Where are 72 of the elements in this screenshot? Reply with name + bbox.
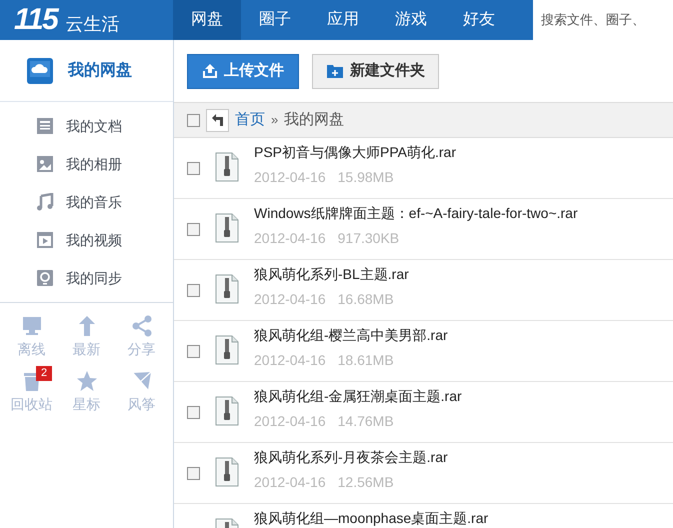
- file-size: 14.76MB: [338, 412, 394, 431]
- file-size: 12.56MB: [338, 473, 394, 492]
- film-icon: [36, 231, 54, 249]
- folder-plus-icon: [326, 63, 344, 79]
- logo-text: 云生活: [65, 15, 120, 33]
- nav-tab[interactable]: 应用: [309, 0, 377, 40]
- file-date: 2012-04-16: [254, 351, 326, 370]
- file-date: 2012-04-16: [254, 473, 326, 492]
- checkbox[interactable]: [187, 406, 200, 419]
- checkbox[interactable]: [187, 162, 200, 175]
- checkbox[interactable]: [187, 284, 200, 297]
- new-folder-button[interactable]: 新建文件夹: [312, 54, 439, 88]
- checkbox[interactable]: [187, 223, 200, 236]
- upload-button[interactable]: 上传文件: [187, 54, 299, 88]
- search-field[interactable]: 搜索文件、圈子、: [533, 0, 673, 40]
- sidebar-item[interactable]: 我的音乐: [0, 183, 173, 221]
- zip-file-icon: [215, 396, 239, 426]
- logo-mark: 115: [14, 5, 58, 35]
- file-row[interactable]: 狼风萌化组-樱兰高中美男部.rar 2012-04-16 18.61MB: [174, 321, 673, 382]
- nav-tab[interactable]: 游戏: [377, 0, 445, 40]
- file-row[interactable]: 狼风萌化系列-月夜茶会主题.rar 2012-04-16 12.56MB: [174, 443, 673, 504]
- nav-tab[interactable]: 好友: [445, 0, 513, 40]
- file-name[interactable]: PSP初音与偶像大师PPA萌化.rar: [254, 144, 456, 160]
- file-row[interactable]: Windows纸牌牌面主题：ef-~A-fairy-tale-for-two~.rar 2012-04-16 917.30KB: [174, 199, 673, 260]
- star-icon: [76, 370, 98, 392]
- file-date: 2012-04-16: [254, 229, 326, 248]
- document-icon: [36, 117, 54, 135]
- file-row[interactable]: 狼风萌化组-金属狂潮桌面主题.rar 2012-04-16 14.76MB: [174, 382, 673, 443]
- music-note-icon: [36, 193, 54, 211]
- back-button[interactable]: [206, 108, 229, 132]
- nav-tab[interactable]: 网盘: [173, 0, 241, 40]
- upload-icon: [202, 63, 218, 79]
- zip-file-icon: [215, 335, 239, 365]
- sidebar-title[interactable]: 我的网盘: [68, 58, 132, 82]
- sync-icon: [36, 269, 54, 287]
- share-icon: [130, 315, 152, 337]
- zip-file-icon: [215, 213, 239, 243]
- zip-file-icon: [215, 457, 239, 487]
- sidebar-item[interactable]: 我的视频: [0, 221, 173, 259]
- file-name[interactable]: 狼风萌化组-金属狂潮桌面主题.rar: [254, 388, 462, 404]
- checkbox[interactable]: [187, 467, 200, 480]
- kite-icon: [130, 370, 152, 392]
- file-date: 2012-04-16: [254, 290, 326, 309]
- file-row[interactable]: PSP初音与偶像大师PPA萌化.rar 2012-04-16 15.98MB: [174, 138, 673, 199]
- file-size: 917.30KB: [338, 229, 400, 248]
- file-size: 16.68MB: [338, 290, 394, 309]
- cloud-drive-icon: [26, 56, 54, 84]
- count-badge: 2: [36, 366, 52, 381]
- file-name[interactable]: Windows纸牌牌面主题：ef-~A-fairy-tale-for-two~.rar: [254, 205, 578, 221]
- file-row[interactable]: 狼风萌化系列-BL主题.rar 2012-04-16 16.68MB: [174, 260, 673, 321]
- file-size: 18.61MB: [338, 351, 394, 370]
- zip-file-icon: [215, 274, 239, 304]
- zip-file-icon: [215, 152, 239, 182]
- picture-icon: [36, 155, 54, 173]
- file-name[interactable]: 狼风萌化系列-BL主题.rar: [254, 266, 409, 282]
- checkbox[interactable]: [187, 345, 200, 358]
- file-name[interactable]: 狼风萌化组-樱兰高中美男部.rar: [254, 327, 448, 343]
- breadcrumb-separator: »: [271, 111, 278, 130]
- file-date: 2012-04-16: [254, 168, 326, 187]
- sidebar-item[interactable]: 我的文档: [0, 107, 173, 145]
- breadcrumb-link[interactable]: 首页: [235, 108, 265, 132]
- file-date: 2012-04-16: [254, 412, 326, 431]
- file-size: 15.98MB: [338, 168, 394, 187]
- nav-tab[interactable]: 圈子: [241, 0, 309, 40]
- back-arrow-icon: [211, 114, 224, 126]
- file-name[interactable]: 狼风萌化组—moonphase桌面主题.rar: [254, 510, 488, 526]
- sidebar-item[interactable]: 我的相册: [0, 145, 173, 183]
- checkbox[interactable]: [187, 114, 200, 126]
- file-row[interactable]: 狼风萌化组—moonphase桌面主题.rar: [174, 504, 673, 528]
- sidebar-item[interactable]: 我的同步: [0, 259, 173, 297]
- breadcrumb-current: 我的网盘: [284, 110, 344, 130]
- file-name[interactable]: 狼风萌化系列-月夜茶会主题.rar: [254, 449, 448, 465]
